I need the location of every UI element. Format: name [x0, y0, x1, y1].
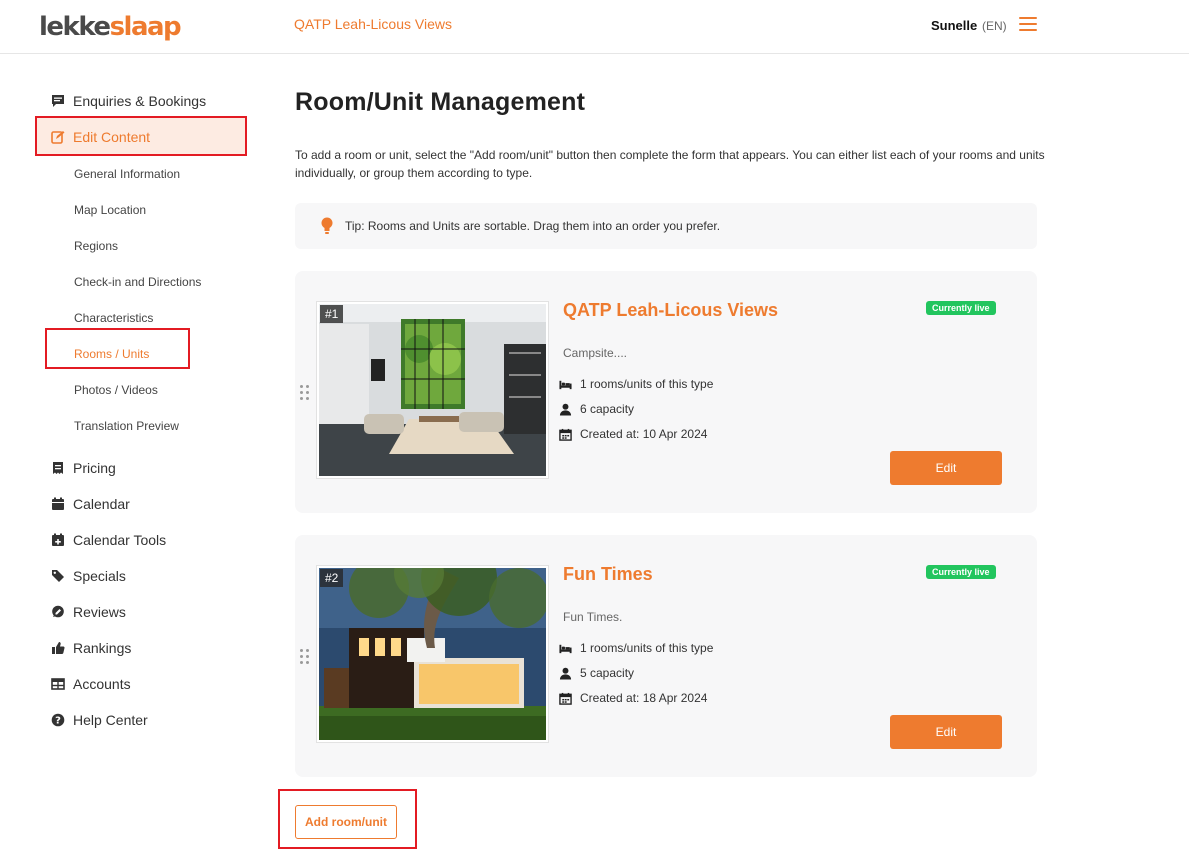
unit-photo[interactable]: #1	[316, 301, 549, 479]
add-room-unit-button[interactable]: Add room/unit	[295, 805, 397, 839]
question-icon: ?	[51, 713, 65, 727]
unit-description: Campsite....	[563, 346, 628, 360]
drag-handle-icon[interactable]	[300, 649, 310, 665]
created-date: Created at: 18 Apr 2024	[558, 691, 707, 705]
drag-handle-icon[interactable]	[300, 385, 310, 401]
bed-icon	[558, 377, 572, 391]
sidebar-item-specials[interactable]: Specials	[51, 566, 126, 586]
sidebar-item-pricing[interactable]: Pricing	[51, 458, 116, 478]
table-icon	[51, 677, 65, 691]
unit-name[interactable]: Fun Times	[563, 564, 653, 585]
sidebar-item-calendar-tools[interactable]: Calendar Tools	[51, 530, 166, 550]
created-date: Created at: 10 Apr 2024	[558, 427, 707, 441]
unit-description: Fun Times.	[563, 610, 623, 624]
logo[interactable]: lekkeslaap	[39, 12, 182, 42]
calendar-plus-icon	[51, 533, 65, 547]
page-title: Room/Unit Management	[295, 88, 586, 116]
subnav-map-location[interactable]: Map Location	[74, 203, 146, 217]
unit-number: #1	[320, 305, 344, 323]
living-room-image	[319, 304, 546, 476]
receipt-icon	[51, 461, 65, 475]
tip-text: Tip: Rooms and Units are sortable. Drag …	[345, 219, 721, 233]
capacity: 6 capacity	[558, 402, 634, 416]
subnav-characteristics[interactable]: Characteristics	[74, 311, 153, 325]
sidebar-item-help-center[interactable]: ? Help Center	[51, 710, 148, 730]
svg-text:?: ?	[55, 716, 61, 727]
sidebar-item-rankings[interactable]: Rankings	[51, 638, 131, 658]
comment-icon	[51, 605, 65, 619]
calendar-icon	[51, 497, 65, 511]
intro-text: To add a room or unit, select the "Add r…	[295, 148, 1045, 180]
user-name[interactable]: Sunelle	[931, 18, 977, 33]
status-badge: Currently live	[926, 301, 996, 315]
sidebar-item-edit-content[interactable]: Edit Content	[51, 127, 150, 147]
rooms-count: 1 rooms/units of this type	[558, 377, 713, 391]
tags-icon	[51, 569, 65, 583]
property-name[interactable]: QATP Leah-Licous Views	[294, 16, 452, 32]
modern-house-image	[319, 568, 546, 740]
subnav-general-information[interactable]: General Information	[74, 167, 180, 181]
language-selector[interactable]: (EN)	[982, 19, 1007, 33]
sidebar-item-reviews[interactable]: Reviews	[51, 602, 126, 622]
top-header: lekkeslaap QATP Leah-Licous Views Sunell…	[0, 0, 1189, 54]
subnav-rooms-units[interactable]: Rooms / Units	[74, 347, 149, 361]
unit-number: #2	[320, 569, 344, 587]
subnav-check-in-directions[interactable]: Check-in and Directions	[74, 275, 201, 289]
sidebar-item-calendar[interactable]: Calendar	[51, 494, 130, 514]
lightbulb-icon	[321, 217, 333, 234]
subnav-photos-videos[interactable]: Photos / Videos	[74, 383, 158, 397]
unit-photo[interactable]: #2	[316, 565, 549, 743]
status-badge: Currently live	[926, 565, 996, 579]
hamburger-menu-icon[interactable]	[1019, 17, 1037, 32]
user-icon	[558, 666, 572, 680]
unit-card[interactable]: #2 Fun Times Currently live Fun Times. 1…	[295, 535, 1037, 777]
bed-icon	[558, 641, 572, 655]
subnav-translation-preview[interactable]: Translation Preview	[74, 419, 179, 433]
rooms-count: 1 rooms/units of this type	[558, 641, 713, 655]
calendar-icon	[558, 691, 572, 705]
edit-button[interactable]: Edit	[890, 715, 1002, 749]
unit-name[interactable]: QATP Leah-Licous Views	[563, 300, 778, 321]
unit-card[interactable]: #1 QATP Leah-Licous Views Currently live…	[295, 271, 1037, 513]
thumbs-up-icon	[51, 641, 65, 655]
user-icon	[558, 402, 572, 416]
message-icon	[51, 94, 65, 108]
capacity: 5 capacity	[558, 666, 634, 680]
sidebar-item-accounts[interactable]: Accounts	[51, 674, 131, 694]
subnav-regions[interactable]: Regions	[74, 239, 118, 253]
tip-banner: Tip: Rooms and Units are sortable. Drag …	[295, 203, 1037, 249]
edit-button[interactable]: Edit	[890, 451, 1002, 485]
edit-icon	[51, 130, 65, 144]
sidebar-item-enquiries[interactable]: Enquiries & Bookings	[51, 91, 206, 111]
calendar-icon	[558, 427, 572, 441]
